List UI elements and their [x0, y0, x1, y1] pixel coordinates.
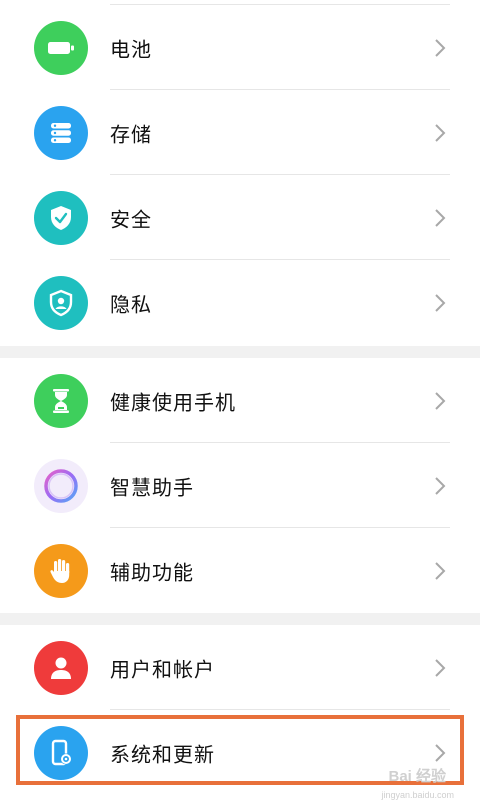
settings-item-label: 智慧助手 — [110, 475, 194, 499]
settings-item-label: 存储 — [110, 122, 152, 146]
settings-item-users-accounts[interactable]: 用户和帐户 — [0, 625, 480, 710]
chevron-right-icon — [435, 123, 446, 142]
settings-item-label: 用户和帐户 — [110, 657, 215, 681]
hourglass-icon — [34, 373, 88, 428]
chevron-right-icon — [435, 208, 446, 227]
phone-settings-icon — [34, 725, 88, 780]
settings-item-label: 电池 — [110, 37, 152, 61]
settings-item-battery[interactable]: 电池 — [0, 5, 480, 90]
chevron-right-icon — [435, 38, 446, 57]
settings-item-digital-balance[interactable]: 健康使用手机 — [0, 358, 480, 443]
chevron-right-icon — [435, 293, 446, 312]
settings-item-smart-assistant[interactable]: 智慧助手 — [0, 443, 480, 528]
privacy-shield-icon — [34, 275, 88, 330]
settings-group-device: 电池 存储 安全 隐私 — [0, 0, 480, 340]
settings-item-storage[interactable]: 存储 — [0, 90, 480, 175]
settings-item-privacy[interactable]: 隐私 — [0, 260, 480, 345]
settings-item-label: 隐私 — [110, 292, 152, 316]
assistant-ring-icon — [34, 458, 88, 513]
shield-check-icon — [34, 190, 88, 245]
chevron-right-icon — [435, 743, 446, 762]
settings-group-wellbeing: 健康使用手机 智慧助手 辅助功能 — [0, 358, 480, 613]
group-separator — [0, 346, 480, 358]
user-icon — [34, 640, 88, 695]
storage-icon — [34, 105, 88, 160]
chevron-right-icon — [435, 476, 446, 495]
chevron-right-icon — [435, 561, 446, 580]
settings-page: 电池 存储 安全 隐私 健康使用手机 智慧助手 辅助功能 用户和帐户 系统和更新… — [0, 0, 480, 806]
chevron-right-icon — [435, 658, 446, 677]
chevron-right-icon — [435, 391, 446, 410]
settings-item-label: 辅助功能 — [110, 560, 194, 584]
settings-item-label: 系统和更新 — [110, 742, 215, 766]
settings-item-label: 健康使用手机 — [110, 390, 236, 414]
watermark-url: jingyan.baidu.com — [381, 790, 454, 800]
settings-item-accessibility[interactable]: 辅助功能 — [0, 528, 480, 613]
settings-item-label: 安全 — [110, 207, 152, 231]
group-separator — [0, 613, 480, 625]
battery-icon — [34, 20, 88, 75]
watermark-logo: Bai 经验 — [388, 768, 446, 785]
hand-icon — [34, 543, 88, 598]
settings-item-security[interactable]: 安全 — [0, 175, 480, 260]
